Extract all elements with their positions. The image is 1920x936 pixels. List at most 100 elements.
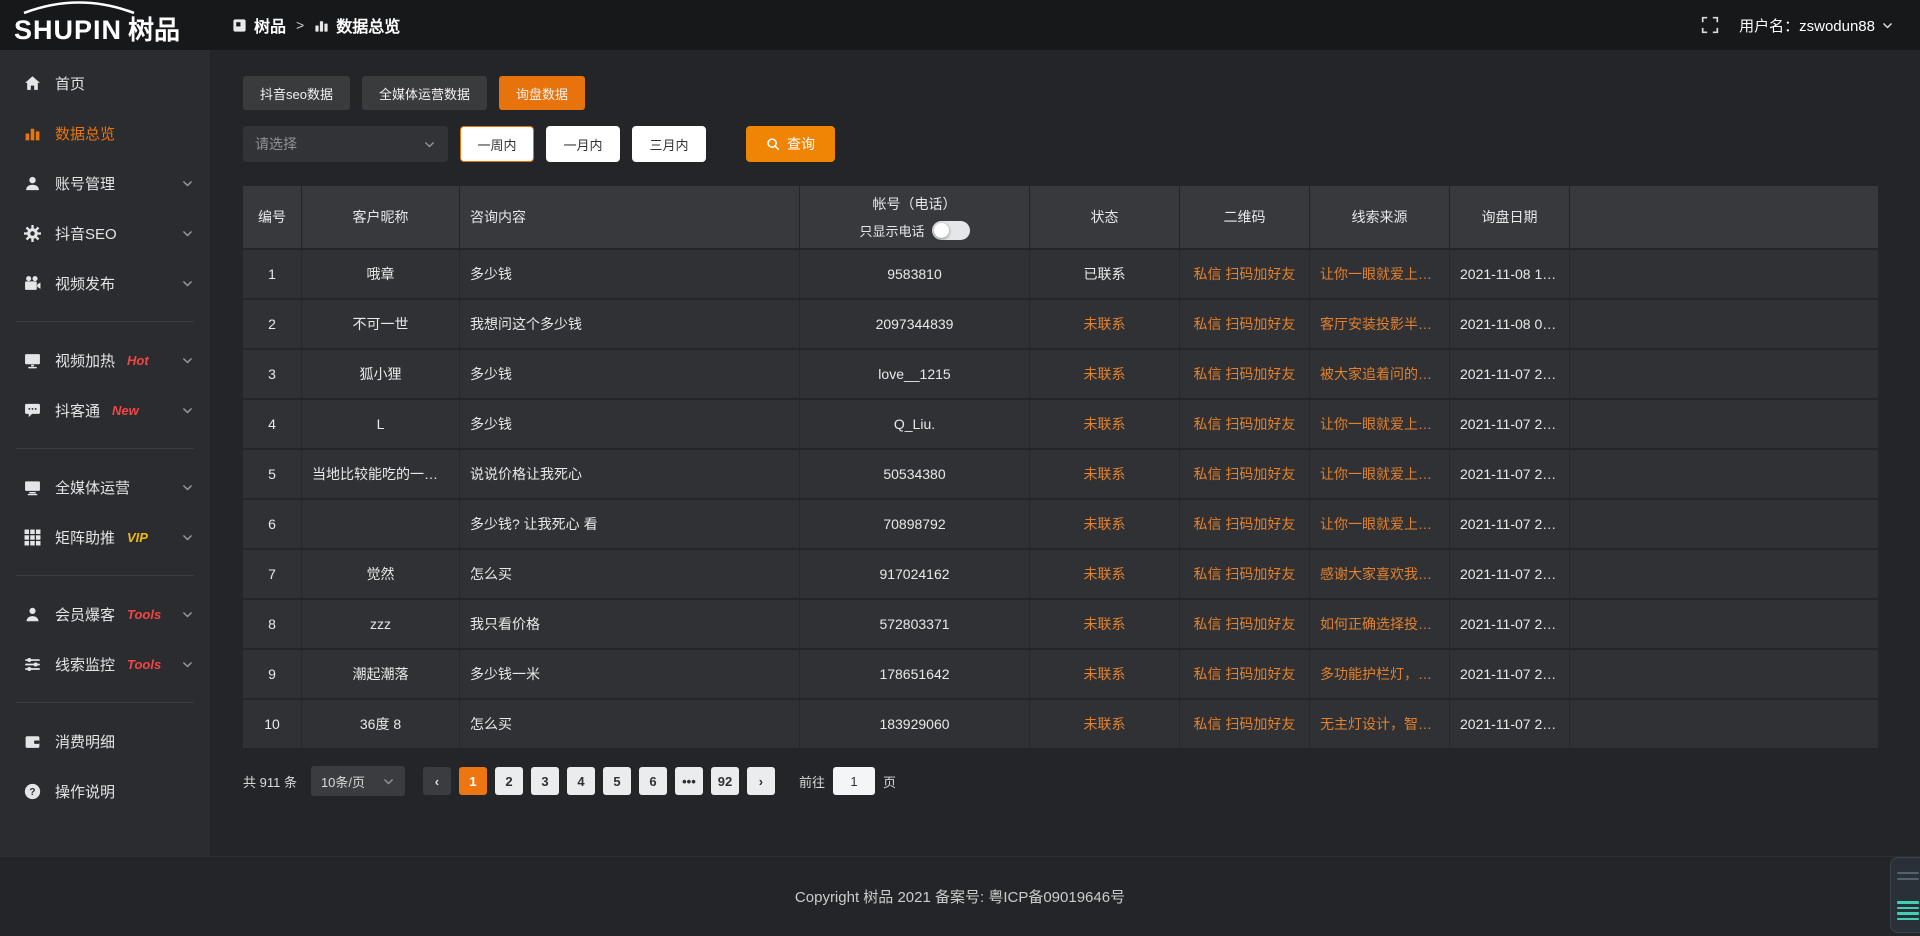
period-button-一月内[interactable]: 一月内 [546, 126, 620, 162]
next-page-button[interactable]: › [747, 767, 775, 795]
cell-source-link[interactable]: 客厅安装投影半年多了，真实... [1310, 300, 1450, 350]
wallet-icon [24, 733, 41, 750]
sidebar-item-账号管理[interactable]: 账号管理 [0, 158, 210, 208]
chevron-down-icon [181, 658, 194, 671]
cell-source-link[interactable]: 无主灯设计，智能磁吸轨道灯... [1310, 700, 1450, 750]
page-size-select[interactable]: 10条/页 [311, 766, 405, 796]
goto-page-input[interactable] [833, 767, 875, 795]
screen-icon [24, 479, 41, 496]
period-button-一周内[interactable]: 一周内 [460, 126, 534, 162]
chevron-down-icon [181, 404, 194, 417]
breadcrumb-item-current[interactable]: 数据总览 [314, 13, 400, 37]
cell-no: 1 [243, 250, 302, 300]
page-button-6[interactable]: 6 [639, 767, 667, 795]
sidebar-item-操作说明[interactable]: ? 操作说明 [0, 766, 210, 816]
period-button-三月内[interactable]: 三月内 [632, 126, 706, 162]
sidebar-item-抖音SEO[interactable]: 抖音SEO [0, 208, 210, 258]
page-ellipsis[interactable]: ••• [675, 767, 703, 795]
user-menu[interactable]: 用户名：zswodun88 [1739, 15, 1894, 36]
cell-source-link[interactable]: 感谢大家喜欢我家，被问了好... [1310, 550, 1450, 600]
page-button-5[interactable]: 5 [603, 767, 631, 795]
cell-qrcode-links[interactable]: 私信 扫码加好友 [1180, 650, 1310, 700]
cell-content: 怎么买 [460, 700, 800, 750]
sidebar-item-线索监控[interactable]: 线索监控 Tools [0, 639, 210, 689]
cell-qrcode-links[interactable]: 私信 扫码加好友 [1180, 500, 1310, 550]
cell-qrcode-links[interactable]: 私信 扫码加好友 [1180, 250, 1310, 300]
total-count-label: 共 911 条 [243, 772, 297, 791]
sidebar-item-全媒体运营[interactable]: 全媒体运营 [0, 462, 210, 512]
goto-label: 前往 [799, 772, 825, 791]
sidebar-item-label: 数据总览 [55, 123, 115, 144]
cell-date: 2021-11-08 00:25 [1450, 300, 1570, 350]
cell-source-link[interactable]: 被大家追着问的客厅投影分享... [1310, 350, 1450, 400]
page-button-1[interactable]: 1 [459, 767, 487, 795]
chevron-down-icon [382, 775, 395, 788]
cell-no: 9 [243, 650, 302, 700]
column-account-label: 帐号（电话） [810, 194, 1019, 214]
cell-status: 未联系 [1030, 500, 1180, 550]
breadcrumb-item-home[interactable]: 树品 [232, 13, 286, 37]
table-row: 4 L 多少钱 Q_Liu. 未联系 私信 扫码加好友 让你一眼就爱上的黑科技，… [243, 400, 1878, 450]
cell-filler [1570, 250, 1878, 300]
sidebar-item-首页[interactable]: 首页 [0, 58, 210, 108]
chevron-down-icon [181, 177, 194, 190]
video-camera-icon [24, 275, 41, 292]
cell-no: 2 [243, 300, 302, 350]
page-button-2[interactable]: 2 [495, 767, 523, 795]
cell-no: 4 [243, 400, 302, 450]
cell-source-link[interactable]: 让你一眼就爱上的黑科技，能... [1310, 250, 1450, 300]
cell-nickname [302, 500, 460, 550]
cell-qrcode-links[interactable]: 私信 扫码加好友 [1180, 300, 1310, 350]
page-button-4[interactable]: 4 [567, 767, 595, 795]
cell-date: 2021-11-07 20:39 [1450, 650, 1570, 700]
cell-source-link[interactable]: 让你一眼就爱上的黑科技，能... [1310, 450, 1450, 500]
cell-source-link[interactable]: 让你一眼就爱上的黑科技，能... [1310, 400, 1450, 450]
table-header-row: 编号 客户昵称 咨询内容 帐号（电话） 只显示电话 状态 二维码 线索来源 询盘… [243, 186, 1878, 250]
cell-content: 多少钱? 让我死心 看 [460, 500, 800, 550]
phone-only-toggle[interactable] [932, 221, 970, 240]
cell-content: 多少钱 [460, 350, 800, 400]
cell-status: 未联系 [1030, 600, 1180, 650]
cell-qrcode-links[interactable]: 私信 扫码加好友 [1180, 350, 1310, 400]
cell-status: 未联系 [1030, 550, 1180, 600]
prev-page-button[interactable]: ‹ [423, 767, 451, 795]
chevron-down-icon [181, 481, 194, 494]
cell-qrcode-links[interactable]: 私信 扫码加好友 [1180, 450, 1310, 500]
cell-no: 10 [243, 700, 302, 750]
page-button-3[interactable]: 3 [531, 767, 559, 795]
copyright-text: Copyright 树品 2021 备案号: 粤ICP备09019646号 [795, 886, 1125, 907]
search-button[interactable]: 查询 [746, 126, 835, 162]
tab-全媒体运营数据[interactable]: 全媒体运营数据 [362, 76, 487, 110]
cell-qrcode-links[interactable]: 私信 扫码加好友 [1180, 700, 1310, 750]
cell-qrcode-links[interactable]: 私信 扫码加好友 [1180, 400, 1310, 450]
cell-source-link[interactable]: 多功能护栏灯，适用于乡村文... [1310, 650, 1450, 700]
widget-teal-bar [1897, 918, 1919, 921]
cell-account: 572803371 [800, 600, 1030, 650]
fullscreen-icon[interactable] [1701, 16, 1719, 34]
sidebar-item-视频加热[interactable]: 视频加热 Hot [0, 335, 210, 385]
chevron-down-icon [181, 277, 194, 290]
sidebar-item-label: 账号管理 [55, 173, 115, 194]
cell-source-link[interactable]: 如何正确选择投影仪，买投影... [1310, 600, 1450, 650]
sidebar-item-label: 线索监控 [55, 654, 115, 675]
cell-source-link[interactable]: 让你一眼就爱上的黑科技，能... [1310, 500, 1450, 550]
sidebar-item-label: 视频加热 [55, 350, 115, 371]
column-account: 帐号（电话） 只显示电话 [800, 186, 1030, 250]
sidebar-item-视频发布[interactable]: 视频发布 [0, 258, 210, 308]
search-icon [766, 137, 780, 151]
cell-nickname: 觉然 [302, 550, 460, 600]
tab-询盘数据[interactable]: 询盘数据 [499, 76, 585, 110]
filter-select[interactable]: 请选择 [243, 126, 448, 162]
sidebar-item-矩阵助推[interactable]: 矩阵助推 VIP [0, 512, 210, 562]
cell-qrcode-links[interactable]: 私信 扫码加好友 [1180, 600, 1310, 650]
cell-nickname: L [302, 400, 460, 450]
floating-assistant-widget[interactable] [1890, 857, 1920, 933]
cell-qrcode-links[interactable]: 私信 扫码加好友 [1180, 550, 1310, 600]
sidebar-item-消费明细[interactable]: 消费明细 [0, 716, 210, 766]
widget-teal-bar [1897, 912, 1919, 915]
sidebar-item-抖客通[interactable]: 抖客通 New [0, 385, 210, 435]
sidebar-item-数据总览[interactable]: 数据总览 [0, 108, 210, 158]
tab-抖音seo数据[interactable]: 抖音seo数据 [243, 76, 350, 110]
sidebar-item-会员爆客[interactable]: 会员爆客 Tools [0, 589, 210, 639]
page-button-92[interactable]: 92 [711, 767, 739, 795]
